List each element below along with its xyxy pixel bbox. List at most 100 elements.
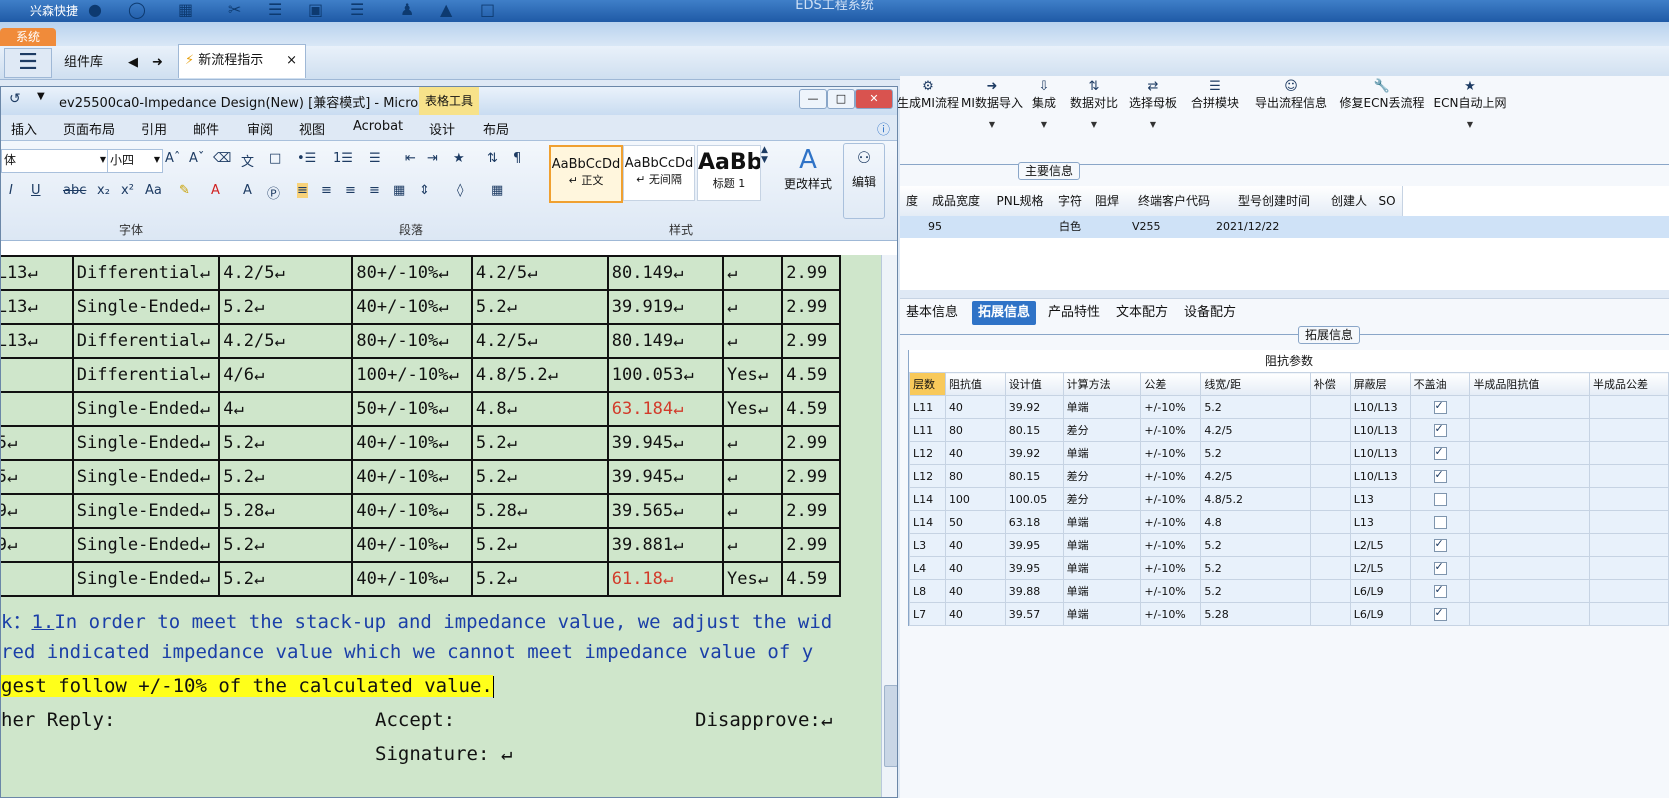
checkbox[interactable]: [1433, 537, 1447, 552]
line-spacing-icon[interactable]: ⇕: [419, 183, 430, 198]
column-header[interactable]: 创建人: [1326, 186, 1373, 217]
column-header[interactable]: 阻焊: [1088, 186, 1127, 217]
menu-page-layout[interactable]: 页面布局: [63, 119, 115, 138]
chevron-down-icon[interactable]: ▼: [960, 120, 1024, 129]
font-color-icon[interactable]: A: [211, 183, 220, 198]
no-solder-mask-cell[interactable]: [1409, 579, 1471, 603]
align-center-icon[interactable]: ≡: [321, 183, 332, 198]
export-flow-info-button[interactable]: ☺ 导出流程信息: [1246, 76, 1336, 110]
decrease-indent-icon[interactable]: ⇤: [405, 151, 416, 166]
clear-format-icon[interactable]: ⌫: [213, 151, 231, 166]
increase-indent-icon[interactable]: ⇥: [427, 151, 438, 166]
menu-references[interactable]: 引用: [141, 119, 167, 138]
tab-product-features[interactable]: 产品特性: [1042, 301, 1106, 325]
no-solder-mask-cell[interactable]: [1409, 418, 1471, 442]
menu-design[interactable]: 设计: [429, 119, 455, 138]
system-tab[interactable]: 系统: [0, 28, 56, 46]
column-header[interactable]: 阻抗值: [944, 372, 1006, 396]
checkbox[interactable]: [1433, 492, 1447, 506]
chevron-down-icon[interactable]: ▼: [1122, 120, 1184, 129]
menu-mailings[interactable]: 邮件: [193, 119, 219, 138]
table-row[interactable]: L4 40 39.95 单端 +/-10% 5.2 L2/L5: [909, 556, 1669, 580]
bullets-icon[interactable]: •☰: [297, 151, 316, 166]
align-left-icon[interactable]: ≡: [297, 183, 308, 198]
no-solder-mask-cell[interactable]: [1409, 533, 1471, 557]
column-header[interactable]: 半成品公差: [1589, 372, 1669, 396]
tab-extended-info[interactable]: 拓展信息: [972, 301, 1037, 325]
table-row[interactable]: L12 40 39.92 单端 +/-10% 5.2 L10/L13: [909, 441, 1669, 465]
close-button[interactable]: ✕: [855, 89, 893, 109]
italic-icon[interactable]: I: [9, 183, 13, 198]
close-icon[interactable]: ×: [286, 45, 297, 77]
chinese-layout-icon[interactable]: ★: [453, 151, 465, 166]
maximize-button[interactable]: □: [827, 89, 855, 109]
distributed-icon[interactable]: ▦: [393, 183, 405, 198]
table-row-selected[interactable]: [900, 216, 1669, 238]
underline-icon[interactable]: U: [31, 183, 41, 198]
component-library[interactable]: 组件库 ◀ ➜: [56, 48, 176, 78]
undo-icon[interactable]: ↺: [9, 91, 21, 107]
column-header[interactable]: 计算方法: [1062, 372, 1142, 396]
styles-scroll-icon[interactable]: ▲ ▼: [761, 145, 768, 165]
column-header[interactable]: 字符: [1052, 186, 1089, 217]
column-header[interactable]: SO: [1372, 186, 1403, 217]
highlight-icon[interactable]: ✎: [179, 183, 190, 198]
align-right-icon[interactable]: ≡: [345, 183, 356, 198]
menu-review[interactable]: 审阅: [247, 119, 273, 138]
numbering-icon[interactable]: 1☰: [333, 151, 353, 166]
minimize-button[interactable]: —: [799, 89, 827, 109]
chevron-left-icon[interactable]: ◀: [128, 48, 138, 78]
shrink-font-icon[interactable]: Aˇ: [189, 151, 204, 166]
justify-icon[interactable]: ≡: [369, 183, 380, 198]
table-row[interactable]: L11 80 80.15 差分 +/-10% 4.2/5 L10/L13: [909, 418, 1669, 442]
shading-icon[interactable]: ◊: [457, 183, 463, 198]
table-row[interactable]: L14 50 63.18 单端 +/-10% 4.8 L13: [909, 510, 1669, 534]
tab-new-flow[interactable]: ⚡ 新流程指示 ×: [178, 44, 306, 78]
table-row[interactable]: L7 40 39.57 单端 +/-10% 5.28 L6/L9: [909, 602, 1669, 626]
edit-button[interactable]: ⚇ 编辑: [843, 143, 885, 219]
checkbox[interactable]: [1433, 606, 1447, 621]
checkbox[interactable]: [1433, 422, 1447, 437]
chevron-down-icon[interactable]: ▼: [1024, 120, 1064, 129]
integrate-button[interactable]: ⇩ 集成 ▼: [1024, 76, 1064, 129]
select-master-button[interactable]: ⇄ 选择母板 ▼: [1122, 76, 1184, 129]
checkbox[interactable]: [1433, 445, 1447, 460]
subscript-icon[interactable]: x₂: [97, 183, 110, 198]
superscript-icon[interactable]: x²: [121, 183, 134, 198]
menu-layout[interactable]: 布局: [483, 119, 509, 138]
column-header[interactable]: 屏蔽层: [1349, 372, 1411, 396]
table-row[interactable]: L3 40 39.95 单端 +/-10% 5.2 L2/L5: [909, 533, 1669, 557]
chevron-down-icon[interactable]: ▼: [37, 91, 45, 102]
show-marks-icon[interactable]: ¶: [513, 151, 521, 166]
phonetic-icon[interactable]: 文: [241, 151, 254, 170]
column-header[interactable]: 线宽/距: [1200, 372, 1311, 396]
sort-icon[interactable]: ⇅: [487, 151, 498, 166]
no-solder-mask-cell[interactable]: [1409, 395, 1471, 419]
no-solder-mask-cell[interactable]: [1409, 510, 1471, 534]
no-solder-mask-cell[interactable]: [1409, 602, 1471, 626]
column-header[interactable]: 不盖油: [1409, 372, 1471, 396]
chevron-down-icon[interactable]: ▼: [1066, 120, 1122, 129]
column-header[interactable]: 补偿: [1309, 372, 1351, 396]
char-shading-icon[interactable]: A: [243, 183, 252, 198]
border-char-icon[interactable]: □: [269, 151, 281, 166]
checkbox[interactable]: [1433, 560, 1447, 575]
hamburger-menu-button[interactable]: ☰: [4, 48, 52, 78]
change-styles-button[interactable]: A 更改样式: [781, 145, 835, 192]
strikethrough-icon[interactable]: abc: [63, 183, 86, 198]
enclose-char-icon[interactable]: Ⓟ: [267, 183, 280, 202]
no-solder-mask-cell[interactable]: [1409, 487, 1471, 511]
merge-module-button[interactable]: ☰ 合拼模块: [1184, 76, 1246, 110]
font-size-select[interactable]: 小四 ▼: [107, 149, 163, 173]
fix-ecn-flow-button[interactable]: 🔧 修复ECN丢流程: [1336, 76, 1428, 110]
column-header[interactable]: 设计值: [1004, 372, 1064, 396]
column-header[interactable]: 终端客户代码: [1126, 186, 1223, 217]
style-normal[interactable]: AaBbCcDd ↵ 正文: [549, 145, 623, 203]
tab-text-recipe[interactable]: 文本配方: [1110, 301, 1174, 325]
checkbox[interactable]: [1433, 583, 1447, 598]
mi-import-button[interactable]: ➜ MI数据导入 ▼: [960, 76, 1024, 129]
borders-icon[interactable]: ▦: [491, 183, 503, 198]
pin-icon[interactable]: ➜: [152, 48, 163, 78]
multilevel-list-icon[interactable]: ☰: [369, 151, 381, 166]
no-solder-mask-cell[interactable]: [1409, 441, 1471, 465]
